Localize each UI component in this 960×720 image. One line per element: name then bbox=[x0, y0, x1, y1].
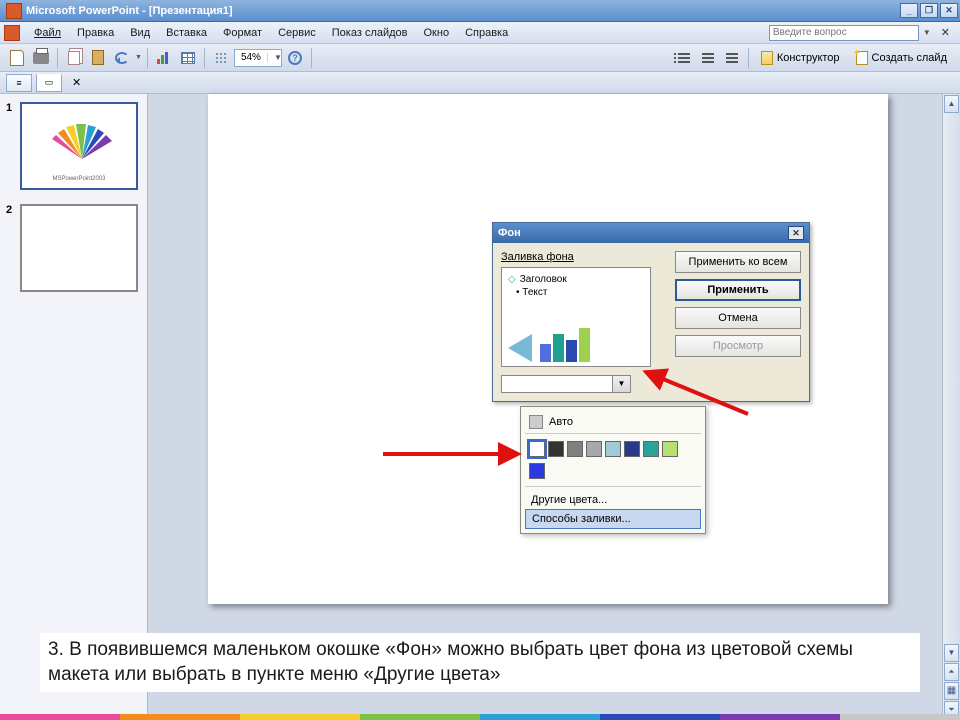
window-title: Microsoft PowerPoint - [Презентация1] bbox=[26, 5, 233, 17]
scroll-down-button[interactable]: ▼ bbox=[944, 644, 959, 662]
inner-close-button[interactable]: ✕ bbox=[935, 26, 956, 39]
color-swatch[interactable] bbox=[529, 441, 545, 457]
new-file-button[interactable] bbox=[6, 47, 28, 69]
color-fan-icon bbox=[42, 114, 122, 164]
color-stripe bbox=[0, 714, 960, 720]
preview-button[interactable]: Просмотр bbox=[675, 335, 801, 357]
fill-effects-item[interactable]: Способы заливки... bbox=[525, 509, 701, 529]
ask-box: ▼ ✕ bbox=[769, 25, 956, 41]
color-swatch[interactable] bbox=[529, 463, 545, 479]
color-swatch[interactable] bbox=[624, 441, 640, 457]
menu-bar: Файл Правка Вид Вставка Формат Сервис По… bbox=[0, 22, 960, 44]
slide-canvas: Фон ✕ Заливка фона ◇ Заголовок • Текст bbox=[148, 94, 960, 720]
dialog-close-button[interactable]: ✕ bbox=[788, 226, 804, 240]
window-controls: _ ❐ ✕ bbox=[900, 3, 958, 18]
prev-slide-button[interactable]: ⏶ bbox=[944, 663, 959, 681]
color-swatch[interactable] bbox=[643, 441, 659, 457]
menu-file[interactable]: Файл bbox=[26, 24, 69, 42]
zoom-combo[interactable]: 54% ▼ bbox=[234, 49, 282, 67]
numbering-button[interactable] bbox=[697, 47, 719, 69]
title-bar: Microsoft PowerPoint - [Презентация1] _ … bbox=[0, 0, 960, 22]
recent-colors-row bbox=[525, 460, 701, 482]
close-tabs-button[interactable]: ✕ bbox=[66, 76, 87, 89]
new-slide-button[interactable]: Создать слайд bbox=[849, 47, 954, 69]
color-swatch[interactable] bbox=[662, 441, 678, 457]
chevron-down-icon[interactable]: ▼ bbox=[612, 376, 630, 392]
decrease-indent-button[interactable] bbox=[721, 47, 743, 69]
ask-input[interactable] bbox=[769, 25, 919, 41]
dialog-title-bar[interactable]: Фон ✕ bbox=[493, 223, 809, 243]
menu-format[interactable]: Формат bbox=[215, 24, 270, 42]
color-swatch[interactable] bbox=[586, 441, 602, 457]
slide-thumb-2[interactable]: 2 bbox=[6, 204, 141, 292]
bullets-button[interactable] bbox=[673, 47, 695, 69]
slides-tab[interactable]: ▭ bbox=[36, 74, 62, 92]
toolbar: ▼ 54% ▼ ? Конструктор Создать слайд bbox=[0, 44, 960, 72]
color-swatch[interactable] bbox=[548, 441, 564, 457]
slide-thumb-1[interactable]: 1 MSPowerPoint2003 bbox=[6, 102, 141, 190]
thumbnail-pane: 1 MSPowerPoint2003 2 bbox=[0, 94, 148, 720]
table-button[interactable] bbox=[177, 47, 199, 69]
auto-color-item[interactable]: Авто bbox=[525, 411, 701, 434]
vertical-scrollbar[interactable]: ▲ ▼ ⏶ ▦ ⏷ bbox=[942, 94, 960, 720]
more-colors-item[interactable]: Другие цвета... bbox=[525, 491, 701, 509]
close-button[interactable]: ✕ bbox=[940, 3, 958, 18]
chevron-down-icon[interactable]: ▼ bbox=[267, 53, 281, 62]
help-button[interactable]: ? bbox=[284, 47, 306, 69]
apply-all-button[interactable]: Применить ко всем bbox=[675, 251, 801, 273]
grid-button[interactable] bbox=[210, 47, 232, 69]
restore-button[interactable]: ❐ bbox=[920, 3, 938, 18]
background-dialog: Фон ✕ Заливка фона ◇ Заголовок • Текст bbox=[492, 222, 810, 402]
auto-swatch bbox=[529, 415, 543, 429]
menu-slideshow[interactable]: Показ слайдов bbox=[324, 24, 416, 42]
view-tabs: ≡ ▭ ✕ bbox=[0, 72, 960, 94]
designer-button[interactable]: Конструктор bbox=[754, 47, 847, 69]
fill-color-dropdown[interactable]: ▼ bbox=[501, 375, 631, 393]
main-area: 1 MSPowerPoint2003 2 bbox=[0, 94, 960, 720]
print-button[interactable] bbox=[30, 47, 52, 69]
zoom-value: 54% bbox=[235, 52, 267, 63]
slide-nav-button[interactable]: ▦ bbox=[944, 682, 959, 700]
minimize-button[interactable]: _ bbox=[900, 3, 918, 18]
menu-insert[interactable]: Вставка bbox=[158, 24, 215, 42]
color-swatch[interactable] bbox=[605, 441, 621, 457]
menu-window[interactable]: Окно bbox=[416, 24, 458, 42]
color-swatch[interactable] bbox=[567, 441, 583, 457]
copy-button[interactable] bbox=[63, 47, 85, 69]
undo-button[interactable] bbox=[111, 47, 133, 69]
menu-edit[interactable]: Правка bbox=[69, 24, 122, 42]
menu-help[interactable]: Справка bbox=[457, 24, 516, 42]
outline-tab[interactable]: ≡ bbox=[6, 74, 32, 92]
app-icon bbox=[6, 3, 22, 19]
scroll-up-button[interactable]: ▲ bbox=[944, 95, 959, 113]
menu-view[interactable]: Вид bbox=[122, 24, 158, 42]
doc-icon bbox=[4, 25, 20, 41]
menu-tools[interactable]: Сервис bbox=[270, 24, 324, 42]
fill-preview: ◇ Заголовок • Текст bbox=[501, 267, 651, 367]
apply-button[interactable]: Применить bbox=[675, 279, 801, 301]
color-popup: Авто Другие цвета... Способы заливки... bbox=[520, 406, 706, 534]
instruction-caption: 3. В появившемся маленьком окошке «Фон» … bbox=[40, 633, 920, 692]
chart-button[interactable] bbox=[153, 47, 175, 69]
fill-label: Заливка фона bbox=[501, 251, 667, 263]
cancel-button[interactable]: Отмена bbox=[675, 307, 801, 329]
scheme-colors-row bbox=[525, 438, 701, 460]
paste-button[interactable] bbox=[87, 47, 109, 69]
